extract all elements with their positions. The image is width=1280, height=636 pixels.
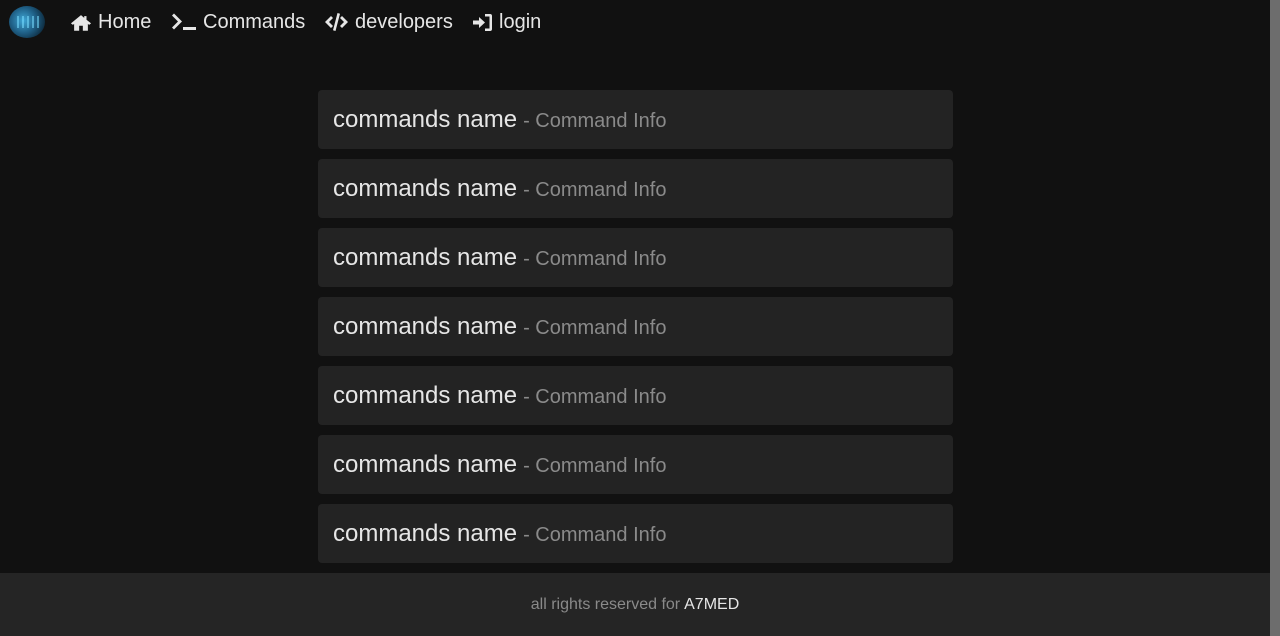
command-item[interactable]: commands name - Command Info bbox=[318, 504, 953, 563]
home-icon bbox=[70, 14, 92, 31]
command-info: - Command Info bbox=[523, 385, 667, 408]
footer-text: all rights reserved for bbox=[530, 595, 681, 613]
command-name: commands name bbox=[333, 312, 518, 340]
nav-login-label: login bbox=[499, 10, 542, 33]
command-info: - Command Info bbox=[523, 247, 667, 270]
command-name: commands name bbox=[333, 105, 518, 133]
footer-author-link[interactable]: A7MED bbox=[684, 596, 739, 614]
command-item[interactable]: commands name - Command Info bbox=[318, 297, 953, 356]
commands-list: commands name - Command Info commands na… bbox=[318, 90, 953, 573]
command-name: commands name bbox=[333, 381, 518, 409]
command-item[interactable]: commands name - Command Info bbox=[318, 228, 953, 287]
command-item[interactable]: commands name - Command Info bbox=[318, 159, 953, 218]
command-item[interactable]: commands name - Command Info bbox=[318, 366, 953, 425]
command-item[interactable]: commands name - Command Info bbox=[318, 90, 953, 149]
code-icon bbox=[325, 13, 348, 31]
command-item[interactable]: commands name - Command Info bbox=[318, 435, 953, 494]
nav-commands-label: Commands bbox=[203, 10, 306, 33]
command-info: - Command Info bbox=[523, 109, 667, 132]
nav-developers-label: developers bbox=[355, 10, 453, 33]
command-info: - Command Info bbox=[523, 178, 667, 201]
command-name: commands name bbox=[333, 174, 518, 202]
command-info: - Command Info bbox=[523, 523, 667, 546]
command-name: commands name bbox=[333, 450, 518, 478]
command-name: commands name bbox=[333, 243, 518, 271]
terminal-icon bbox=[172, 13, 196, 30]
page-scrollbar[interactable] bbox=[1270, 0, 1280, 636]
nav-home-label: Home bbox=[98, 10, 152, 33]
command-info: - Command Info bbox=[523, 454, 667, 477]
nav-commands-link[interactable]: Commands bbox=[171, 0, 305, 44]
sign-in-icon bbox=[473, 13, 492, 31]
command-info: - Command Info bbox=[523, 316, 667, 339]
page-footer: all rights reserved for A7MED bbox=[0, 573, 1270, 636]
nav-developers-link[interactable]: developers bbox=[324, 0, 453, 44]
nav-home-link[interactable]: Home bbox=[70, 0, 151, 44]
nav-login-link[interactable]: login bbox=[472, 0, 541, 44]
command-name: commands name bbox=[333, 519, 518, 547]
top-navbar: Home Commands developers login bbox=[0, 0, 1270, 44]
